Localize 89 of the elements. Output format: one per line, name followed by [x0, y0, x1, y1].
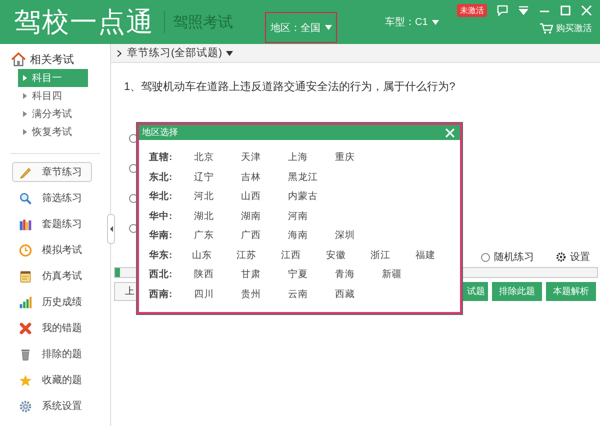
menu-item[interactable]: 筛选练习: [12, 188, 92, 208]
gear-icon: [556, 252, 566, 262]
region-label: 西北:: [149, 268, 174, 282]
region-label: 华南:: [149, 229, 174, 242]
dropdown-icon[interactable]: [518, 5, 529, 16]
province-option[interactable]: 江西: [281, 248, 326, 262]
inactive-badge: 未激活: [457, 4, 487, 17]
province-option[interactable]: 浙江: [370, 248, 416, 262]
region-label: 华东:: [149, 248, 174, 262]
province-option[interactable]: 北京: [194, 151, 241, 164]
menu-item[interactable]: 模拟考试: [12, 240, 92, 260]
caret-icon: [432, 20, 439, 24]
region-label: 华中:: [149, 210, 174, 223]
random-practice-option[interactable]: 随机练习: [481, 250, 534, 264]
province-option[interactable]: 四川: [194, 288, 241, 301]
notepad-icon: [19, 270, 32, 282]
caret-icon: [23, 129, 27, 135]
chevron-icon: [117, 50, 122, 56]
clock-icon: [19, 244, 32, 256]
province-option[interactable]: 宁夏: [288, 268, 335, 282]
menu-item[interactable]: 套题练习: [12, 214, 92, 234]
settings-button[interactable]: 设置: [556, 250, 590, 264]
province-option[interactable]: 内蒙古: [288, 190, 335, 204]
province-option[interactable]: 重庆: [335, 151, 382, 164]
region-label: 东北:: [149, 170, 174, 184]
exam-item[interactable]: 满分考试: [18, 105, 88, 123]
exam-item[interactable]: 恢复考试: [18, 123, 88, 141]
province-option[interactable]: 深圳: [335, 229, 382, 242]
region-label: 华北:: [149, 190, 174, 204]
section-heading: 相关考试: [30, 52, 74, 66]
house-icon: [11, 52, 26, 66]
caret-icon: [23, 93, 27, 99]
province-option[interactable]: 黑龙江: [288, 170, 335, 184]
caret-icon: [23, 75, 27, 81]
province-option[interactable]: 河南: [288, 210, 335, 223]
caret-icon: [23, 111, 27, 117]
menu-item[interactable]: 仿真考试: [12, 266, 92, 286]
cross-icon: [19, 322, 32, 334]
menu-item[interactable]: 历史成绩: [12, 292, 92, 312]
collapse-handle[interactable]: [107, 214, 115, 244]
province-option[interactable]: 江苏: [236, 248, 282, 262]
exam-item[interactable]: 科目四: [18, 87, 88, 105]
books-icon: [19, 218, 32, 230]
breadcrumb-dropdown[interactable]: 章节练习(全部试题): [127, 46, 233, 60]
region-label: 西南:: [149, 288, 174, 301]
province-option[interactable]: 云南: [288, 288, 335, 301]
province-option[interactable]: 湖北: [194, 210, 241, 223]
menu-item[interactable]: 章节练习: [12, 162, 92, 182]
province-option[interactable]: 上海: [288, 151, 335, 164]
province-option[interactable]: 安徽: [326, 248, 371, 262]
search-icon: [19, 192, 32, 204]
menu-item[interactable]: 系统设置: [12, 396, 92, 416]
province-option[interactable]: 山西: [241, 190, 288, 204]
province-option[interactable]: 陕西: [194, 268, 241, 282]
province-option[interactable]: 湖南: [241, 210, 288, 223]
question-text: 1、驾驶机动车在道路上违反道路交通安全法的行为，属于什么行为?: [124, 80, 456, 94]
province-option[interactable]: 吉林: [241, 170, 288, 184]
province-option[interactable]: 河北: [194, 190, 241, 204]
region-label: 直辖:: [149, 151, 174, 164]
province-option[interactable]: 辽宁: [194, 170, 241, 184]
province-option[interactable]: 甘肃: [241, 268, 288, 282]
close-icon: [445, 128, 455, 138]
province-option[interactable]: 福建: [415, 248, 460, 262]
trash-icon: [19, 348, 32, 360]
province-option[interactable]: 贵州: [241, 288, 288, 301]
star-icon: [19, 374, 32, 386]
dialog-title: 地区选择: [142, 126, 178, 139]
province-option[interactable]: 天津: [241, 151, 288, 164]
province-option[interactable]: 山东: [192, 248, 236, 262]
province-option[interactable]: 广东: [194, 229, 241, 242]
caret-icon: [226, 50, 233, 56]
province-option[interactable]: 海南: [288, 229, 335, 242]
app-title: 驾校一点通: [14, 6, 154, 39]
gear-icon: [19, 400, 32, 412]
cart-icon: [540, 23, 553, 34]
province-option[interactable]: 青海: [335, 268, 382, 282]
menu-item[interactable]: 我的错题: [12, 318, 92, 338]
close-button[interactable]: [445, 128, 455, 138]
bar-chart-icon: [19, 296, 32, 308]
close-icon[interactable]: [581, 5, 592, 16]
chat-icon[interactable]: [497, 5, 508, 16]
province-option[interactable]: 新疆: [382, 268, 429, 282]
menu-item[interactable]: 排除的题: [12, 344, 92, 364]
pencil-icon: [19, 166, 32, 178]
province-option[interactable]: 西藏: [335, 288, 382, 301]
province-option[interactable]: 广西: [241, 229, 288, 242]
menu-item[interactable]: 收藏的题: [12, 370, 92, 390]
caret-icon: [324, 25, 332, 30]
maximize-icon[interactable]: [560, 5, 571, 16]
